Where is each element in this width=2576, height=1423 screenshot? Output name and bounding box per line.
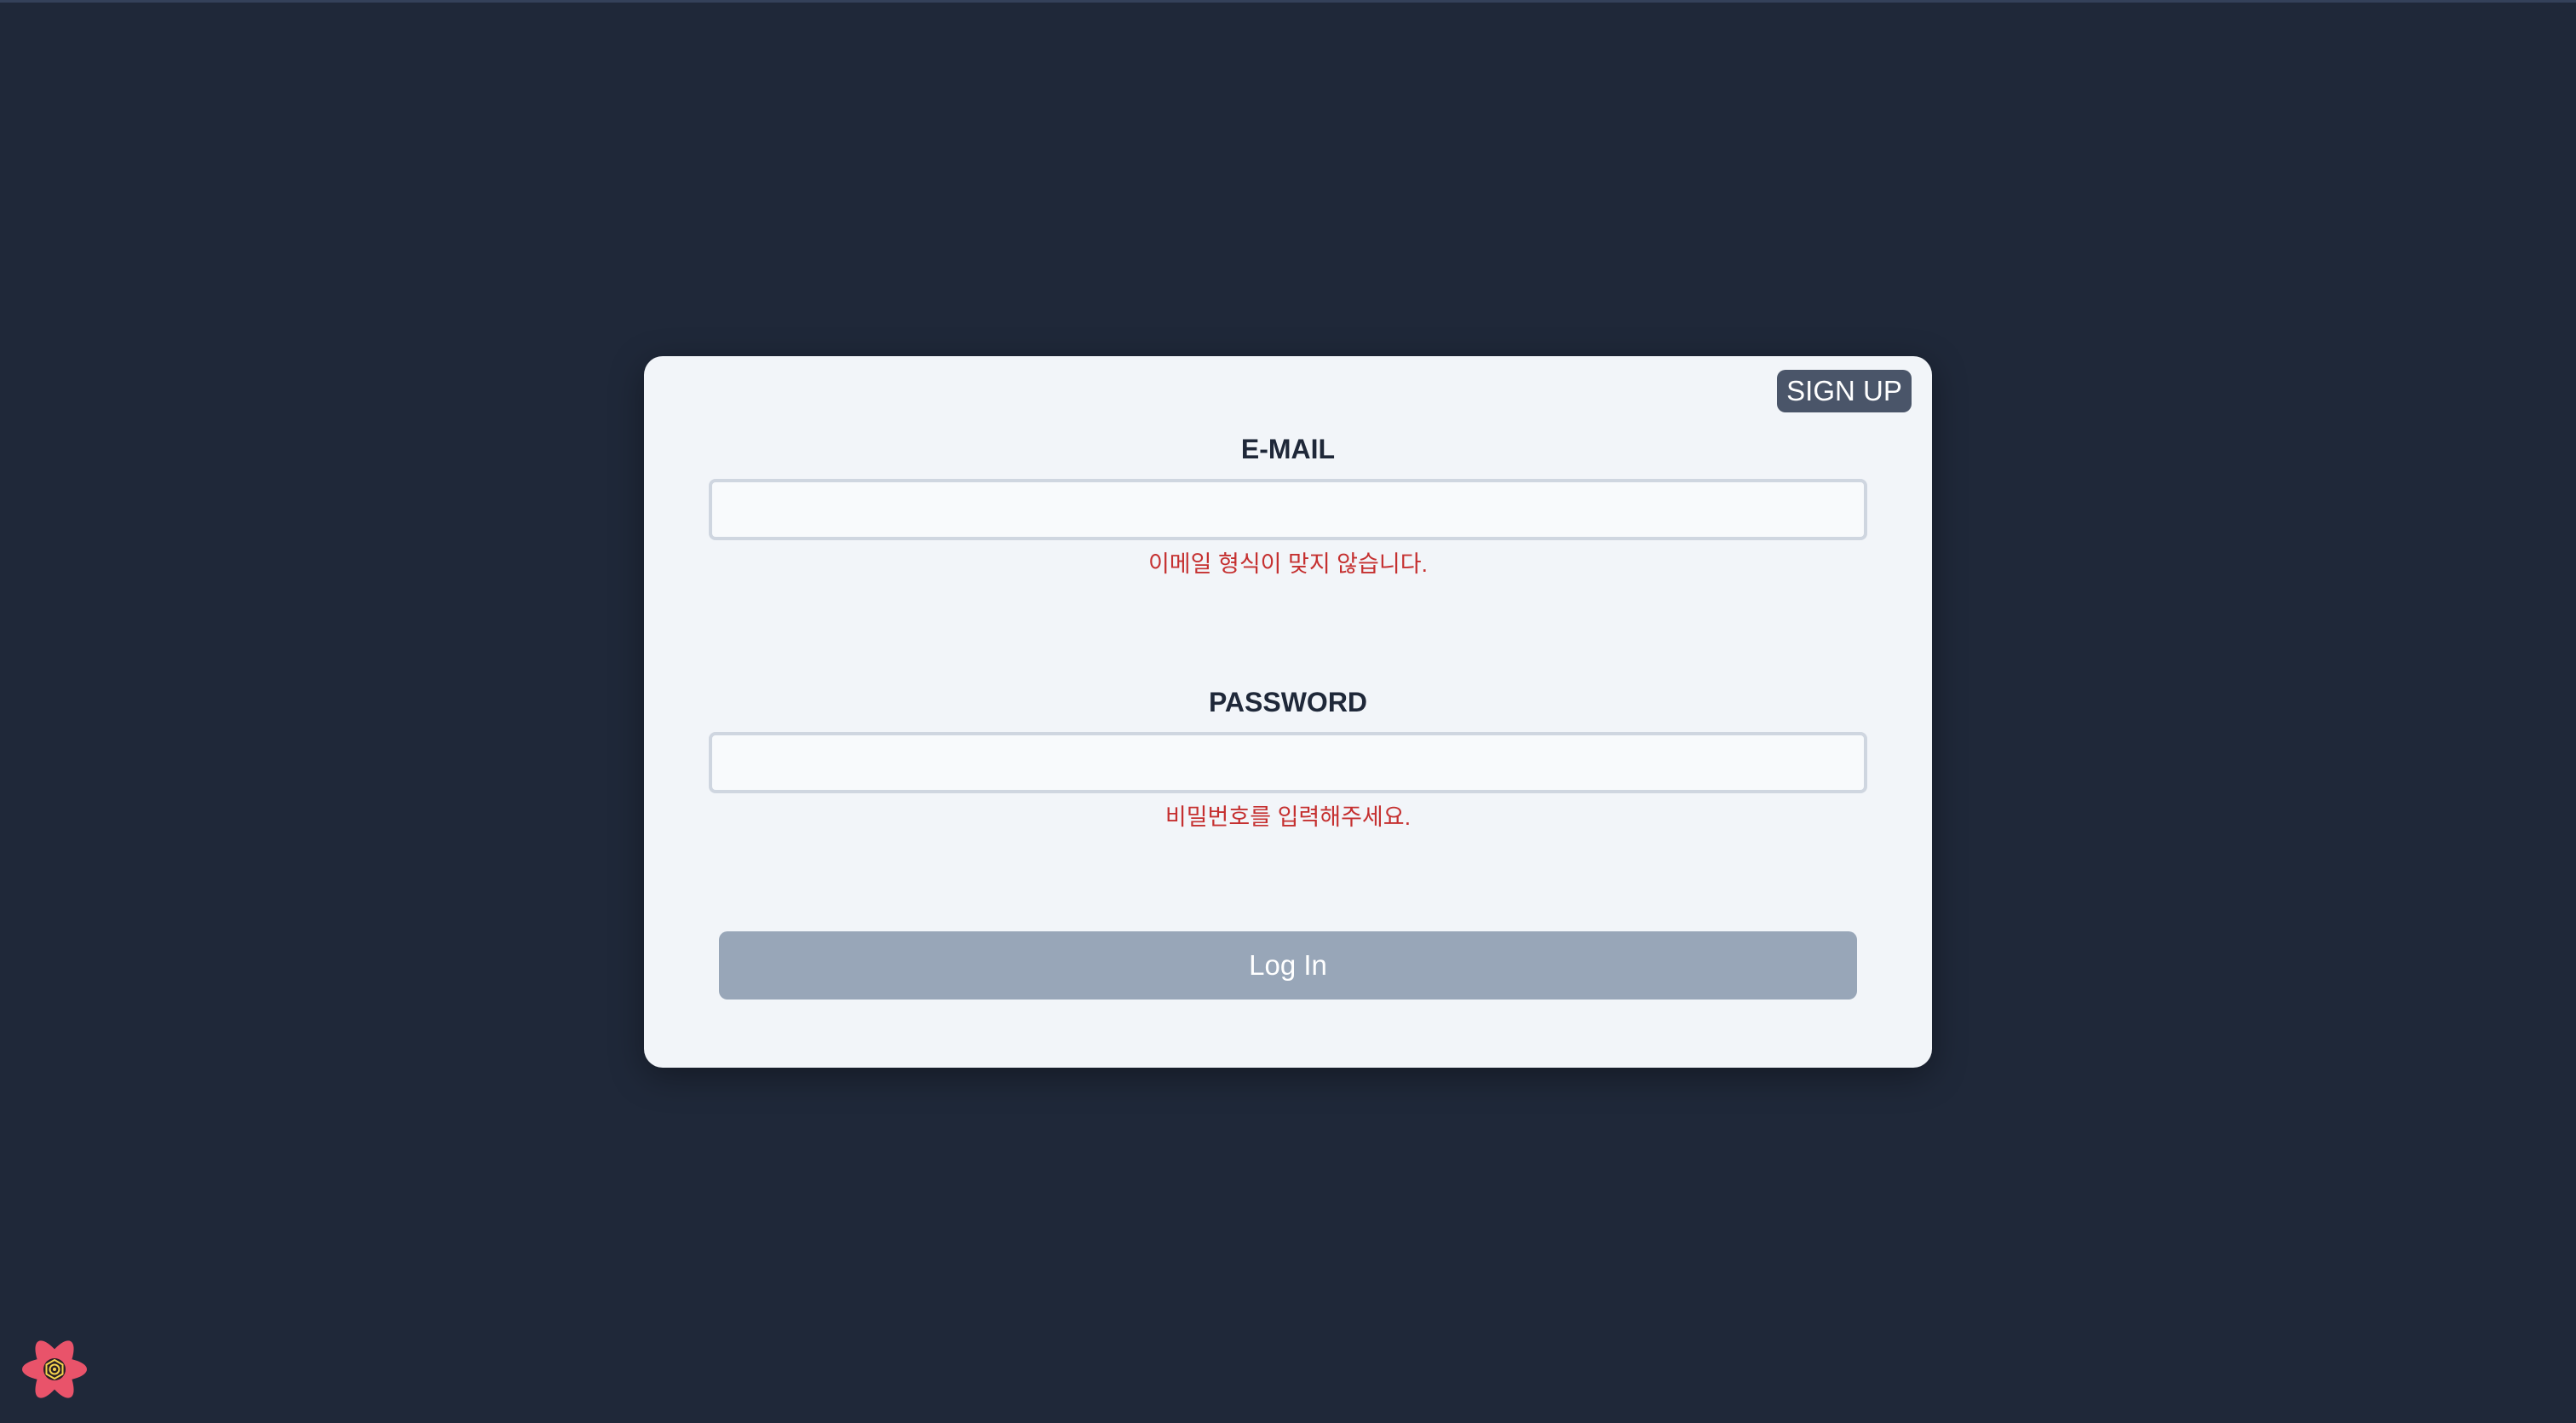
password-error-message: 비밀번호를 입력해주세요. [1164,804,1412,830]
email-error-message: 이메일 형식이 맞지 않습니다. [1147,551,1429,577]
signup-button[interactable]: SIGN UP [1777,370,1912,412]
email-label: E-MAIL [1240,434,1336,464]
login-button[interactable]: Log In [719,931,1857,1000]
react-query-devtools-icon[interactable] [19,1334,90,1405]
password-field-group: PASSWORD 비밀번호를 입력해주세요. [709,683,1867,834]
email-input[interactable] [709,479,1867,540]
password-input[interactable] [709,732,1867,793]
top-border [0,0,2576,3]
login-card: SIGN UP E-MAIL 이메일 형식이 맞지 않습니다. PASSWORD… [644,356,1932,1068]
password-label: PASSWORD [1208,687,1368,717]
email-field-group: E-MAIL 이메일 형식이 맞지 않습니다. [709,429,1867,581]
